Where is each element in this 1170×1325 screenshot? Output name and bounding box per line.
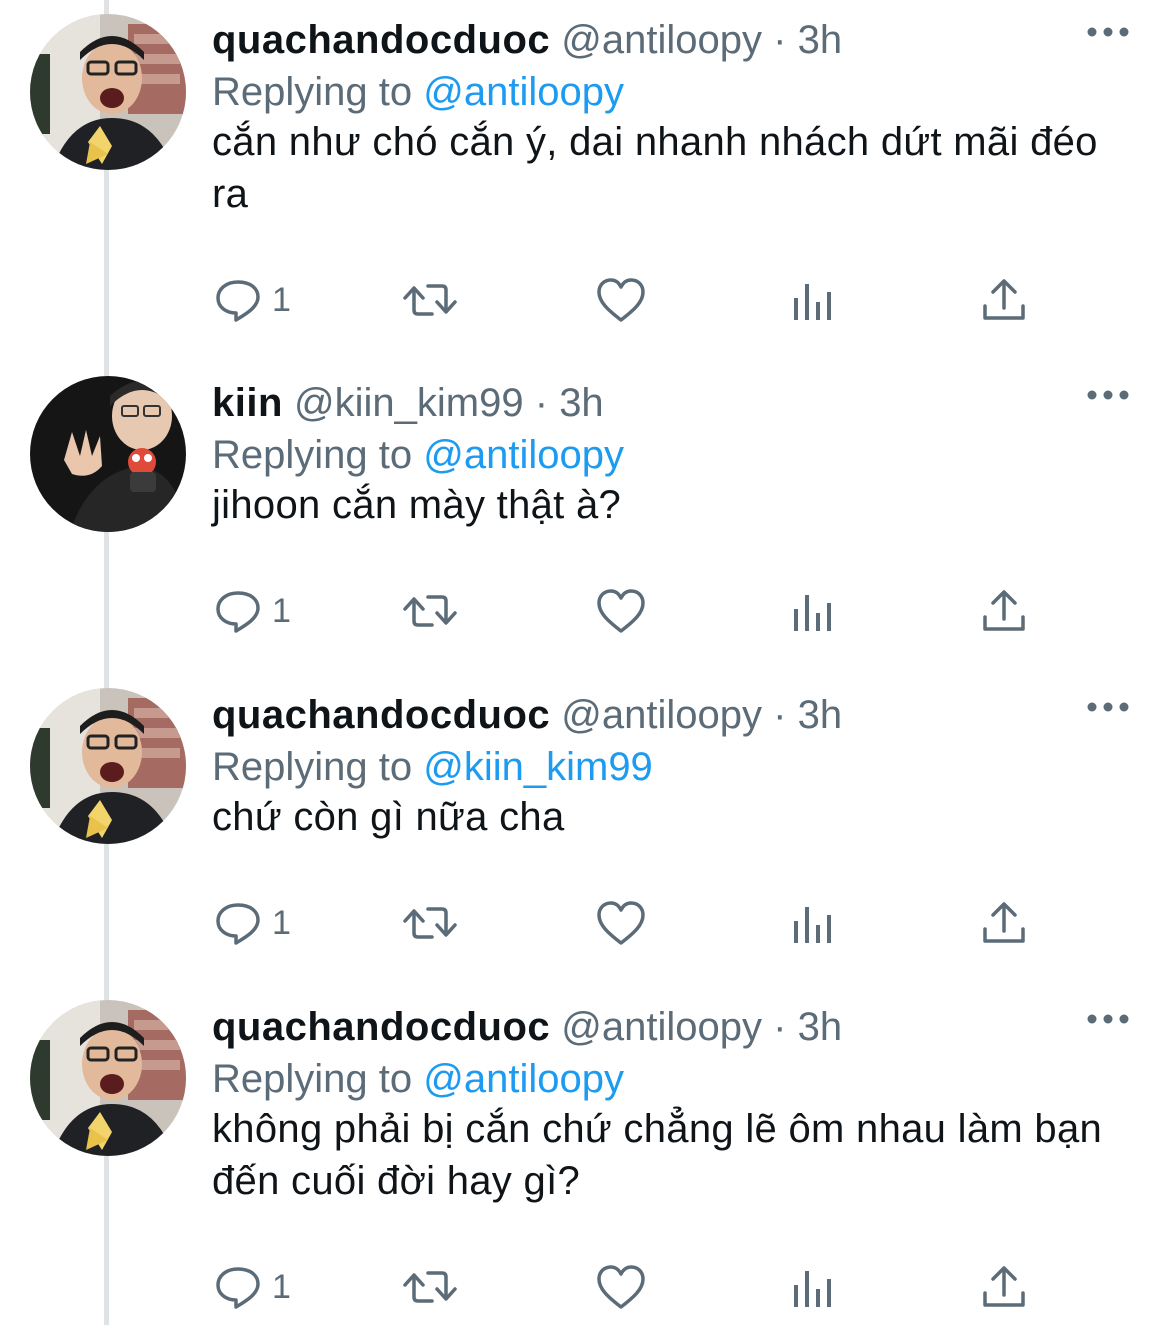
mention-link[interactable]: @antiloopy [423,433,624,477]
tweet-header: quachandocduoc @antiloopy · 3h [212,1001,842,1053]
timestamp[interactable]: 3h [798,693,843,737]
tweet-text: cắn như chó cắn ý, dai nhanh nhách dứt m… [212,120,1098,216]
author-handle[interactable]: @kiin_kim99 [294,381,524,425]
avatar[interactable] [30,1000,186,1156]
share-upload-icon [980,276,1028,324]
share-upload-icon [980,899,1028,947]
reply-count: 1 [272,903,291,942]
tweet-header: quachandocduoc @antiloopy · 3h [212,689,842,741]
author-name[interactable]: quachandocduoc [212,18,550,62]
replying-to-prefix: Replying to [212,433,424,477]
mention-link[interactable]: @antiloopy [423,1057,624,1101]
heart-icon [596,276,646,324]
replying-to-line: Replying to @antiloopy [212,429,624,481]
action-bar: 1 [212,1257,1062,1317]
tweet-header: kiin @kiin_kim99 · 3h [212,377,604,429]
analytics-bars-icon [790,1263,834,1311]
share-upload-icon [980,1263,1028,1311]
analytics-bars-icon [790,276,834,324]
reply-bubble-icon [214,1263,262,1311]
author-name[interactable]: quachandocduoc [212,693,550,737]
like-button[interactable] [596,581,646,641]
replying-to-line: Replying to @antiloopy [212,66,624,118]
action-bar: 1 [212,270,1062,330]
reply-button[interactable]: 1 [214,270,291,330]
reply-button[interactable]: 1 [214,581,291,641]
reply-button[interactable]: 1 [214,893,291,953]
author-handle[interactable]: @antiloopy [561,1005,762,1049]
share-button[interactable] [980,270,1028,330]
author-handle[interactable]: @antiloopy [561,693,762,737]
avatar[interactable] [30,376,186,532]
action-bar: 1 [212,581,1062,641]
retweet-icon [402,587,458,635]
avatar[interactable] [30,688,186,844]
analytics-button[interactable] [790,581,834,641]
action-bar: 1 [212,893,1062,953]
replying-to-line: Replying to @kiin_kim99 [212,741,653,793]
reply-button[interactable]: 1 [214,1257,291,1317]
replying-to-line: Replying to @antiloopy [212,1053,624,1105]
more-horizontal-icon[interactable] [1086,1009,1130,1029]
share-button[interactable] [980,581,1028,641]
reply-count: 1 [272,591,291,630]
separator-dot: · [773,1005,787,1049]
analytics-button[interactable] [790,270,834,330]
mention-link[interactable]: @antiloopy [423,70,624,114]
share-button[interactable] [980,1257,1028,1317]
reply-bubble-icon [214,899,262,947]
reply-bubble-icon [214,276,262,324]
avatar[interactable] [30,14,186,170]
tweet-header: quachandocduoc @antiloopy · 3h [212,14,842,66]
author-name[interactable]: quachandocduoc [212,1005,550,1049]
reply-bubble-icon [214,587,262,635]
analytics-bars-icon [790,899,834,947]
replying-to-prefix: Replying to [212,70,424,114]
separator-dot: · [534,381,549,425]
heart-icon [596,587,646,635]
like-button[interactable] [596,270,646,330]
heart-icon [596,1263,646,1311]
timestamp[interactable]: 3h [798,18,843,62]
share-button[interactable] [980,893,1028,953]
analytics-bars-icon [790,587,834,635]
mention-link[interactable]: @kiin_kim99 [423,745,653,789]
reply-count: 1 [272,1267,291,1306]
retweet-button[interactable] [402,893,458,953]
more-horizontal-icon[interactable] [1086,22,1130,42]
separator-dot: · [773,18,787,62]
author-handle[interactable]: @antiloopy [561,18,762,62]
author-name[interactable]: kiin [212,381,283,425]
share-upload-icon [980,587,1028,635]
timestamp[interactable]: 3h [798,1005,843,1049]
retweet-icon [402,899,458,947]
like-button[interactable] [596,1257,646,1317]
heart-icon [596,899,646,947]
like-button[interactable] [596,893,646,953]
replying-to-prefix: Replying to [212,1057,424,1101]
tweet-text: jihoon cắn mày thật à? [212,483,622,527]
separator-dot: · [773,693,787,737]
reply-count: 1 [272,280,291,319]
more-horizontal-icon[interactable] [1086,697,1130,717]
more-horizontal-icon[interactable] [1086,385,1130,405]
timestamp[interactable]: 3h [559,381,604,425]
retweet-icon [402,276,458,324]
retweet-icon [402,1263,458,1311]
analytics-button[interactable] [790,893,834,953]
tweet-text: chứ còn gì nữa cha [212,795,565,839]
retweet-button[interactable] [402,581,458,641]
retweet-button[interactable] [402,270,458,330]
tweet-text: không phải bị cắn chứ chẳng lẽ ôm nhau l… [212,1107,1103,1203]
analytics-button[interactable] [790,1257,834,1317]
replying-to-prefix: Replying to [212,745,424,789]
retweet-button[interactable] [402,1257,458,1317]
